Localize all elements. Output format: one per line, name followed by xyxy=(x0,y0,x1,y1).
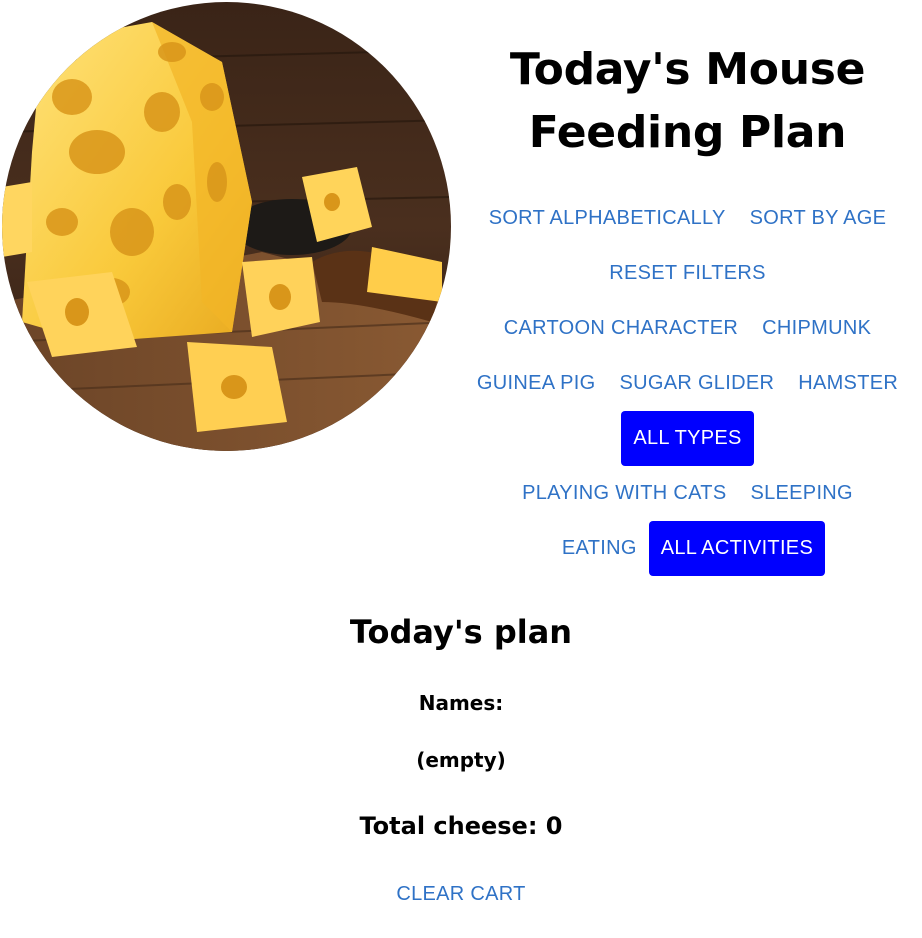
filter-guinea-pig-button[interactable]: GUINEA PIG xyxy=(465,356,608,411)
reset-filters-button[interactable]: RESET FILTERS xyxy=(597,246,778,301)
type-filters-row-1: CARTOON CHARACTER CHIPMUNK xyxy=(455,301,920,356)
reset-row: RESET FILTERS xyxy=(455,246,920,301)
page-title-line-2: Feeding Plan xyxy=(528,107,847,158)
type-filters-row-2: GUINEA PIG SUGAR GLIDER HAMSTER xyxy=(455,356,920,411)
filter-all-types-button[interactable]: ALL TYPES xyxy=(621,411,754,466)
filter-eating-button[interactable]: EATING xyxy=(550,521,649,576)
filter-playing-with-cats-button[interactable]: PLAYING WITH CATS xyxy=(510,466,738,521)
type-filters-row-3: ALL TYPES xyxy=(455,411,920,466)
filter-hamster-button[interactable]: HAMSTER xyxy=(786,356,910,411)
cheese-image xyxy=(2,2,451,451)
filter-chipmunk-button[interactable]: CHIPMUNK xyxy=(750,301,883,356)
page-title: Today's Mouse Feeding Plan xyxy=(455,38,920,164)
clear-cart-row: CLEAR CART xyxy=(0,872,922,916)
filter-cartoon-character-button[interactable]: CARTOON CHARACTER xyxy=(492,301,750,356)
activity-filters-row-1: PLAYING WITH CATS SLEEPING xyxy=(455,466,920,521)
filter-sleeping-button[interactable]: SLEEPING xyxy=(738,466,864,521)
sort-buttons: SORT ALPHABETICALLY SORT BY AGE xyxy=(455,191,920,246)
page-title-line-1: Today's Mouse xyxy=(509,44,866,95)
names-label: Names: xyxy=(418,691,504,715)
clear-cart-button[interactable]: CLEAR CART xyxy=(384,872,537,916)
total-cheese: Total cheese: 0 xyxy=(359,812,563,840)
activity-filters-row-2: EATING ALL ACTIVITIES xyxy=(455,521,920,576)
filter-all-activities-button[interactable]: ALL ACTIVITIES xyxy=(648,521,826,576)
plan-heading: Today's plan xyxy=(349,613,573,651)
names-value: (empty) xyxy=(416,748,506,772)
sort-by-age-button[interactable]: SORT BY AGE xyxy=(738,191,899,246)
sort-alphabetically-button[interactable]: SORT ALPHABETICALLY xyxy=(477,191,738,246)
filter-sugar-glider-button[interactable]: SUGAR GLIDER xyxy=(607,356,786,411)
